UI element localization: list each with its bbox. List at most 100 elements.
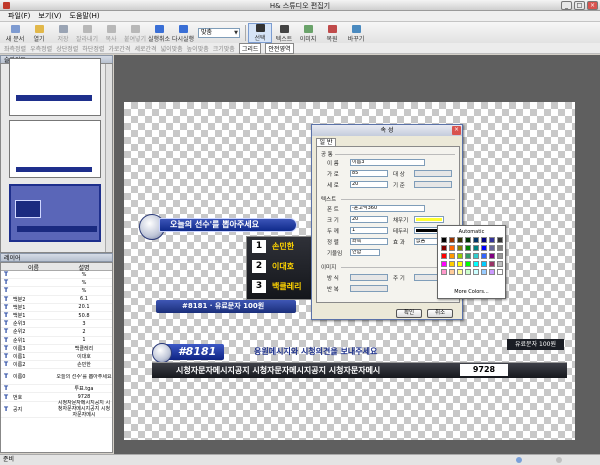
color-swatch[interactable] [449,237,455,243]
color-swatch[interactable] [497,245,503,251]
tool-button-3[interactable]: 복원 [320,23,344,43]
maximize-button[interactable]: □ [574,1,585,10]
align-button-4[interactable]: 가로간격 [108,44,130,53]
color-swatch[interactable] [465,269,471,275]
align-button-5[interactable]: 세로간격 [134,44,156,53]
align-select[interactable]: 좌측 [350,238,388,245]
repeat-field[interactable] [350,285,388,292]
color-swatch[interactable] [441,269,447,275]
menu-file[interactable]: 파일(F) [8,11,30,21]
minimize-button[interactable]: _ [561,1,572,10]
align-button-3[interactable]: 하단정렬 [82,44,104,53]
color-swatch[interactable] [481,261,487,267]
toolbar-button-0[interactable]: 새 문서 [3,23,27,43]
color-swatch[interactable] [481,253,487,259]
color-swatch[interactable] [449,261,455,267]
tool-button-4[interactable]: 바꾸기 [344,23,368,43]
toolbar-button-1[interactable]: 열기 [27,23,51,43]
layer-row[interactable]: T% [1,287,112,296]
color-swatch[interactable] [481,269,487,275]
toolbar-button-6[interactable]: 실행취소 [147,23,171,43]
grid-toggle[interactable]: 그리드 [238,42,262,54]
color-swatch[interactable] [457,245,463,251]
slides-scrollbar[interactable] [105,64,112,252]
column-value[interactable]: 설명 [56,263,112,272]
toolbar-button-2[interactable]: 저장 [51,23,75,43]
size-field[interactable]: 20 [350,216,388,223]
color-swatch[interactable] [489,253,495,259]
color-swatch[interactable] [441,253,447,259]
layer-row[interactable]: T 백분1 50.8 [1,312,112,321]
color-swatch[interactable] [489,245,495,251]
tool-button-0[interactable]: 선택 [248,22,272,43]
color-swatch[interactable] [497,269,503,275]
toolbar-button-7[interactable]: 다시실행 [171,23,195,43]
ok-button[interactable]: 확인 [396,309,422,318]
color-swatch[interactable] [497,253,503,259]
color-swatch[interactable] [449,253,455,259]
more-colors-button[interactable]: More Colors... [438,289,505,295]
layer-row[interactable]: T 이름0 오늘의 선수'를 뽑아주세요 [1,369,112,386]
dialog-close-button[interactable]: × [452,126,461,135]
menu-view[interactable]: 보기(V) [38,11,61,21]
width-field[interactable]: 85 [350,170,388,177]
color-swatch[interactable] [465,245,471,251]
layer-row[interactable]: T 이름1 이대호 [1,353,112,362]
color-swatch[interactable] [489,237,495,243]
toolbar-button-5[interactable]: 붙여넣기 [123,23,147,43]
automatic-color-option[interactable]: Automatic [438,229,505,235]
color-swatch[interactable] [497,237,503,243]
color-swatch[interactable] [481,245,487,251]
font-select[interactable]: -윤고딕360 [350,205,425,212]
align-button-6[interactable]: 넓이맞춤 [161,44,183,53]
mode-field[interactable] [350,274,388,281]
color-swatch[interactable] [473,269,479,275]
layer-row[interactable]: T 백분1 20.1 [1,304,112,312]
color-swatch[interactable] [457,261,463,267]
slide-thumbnail-1[interactable] [9,58,101,116]
menu-help[interactable]: 도움말(H) [70,11,100,21]
color-swatch[interactable] [457,269,463,275]
slide-thumbnail-3[interactable] [9,184,101,242]
thickness-field[interactable]: 1 [350,227,388,234]
color-swatch[interactable] [449,245,455,251]
base-field[interactable] [414,181,452,188]
color-swatch[interactable] [497,261,503,267]
color-swatch[interactable] [473,237,479,243]
target-field[interactable] [414,170,452,177]
color-swatch[interactable] [457,237,463,243]
align-button-7[interactable]: 높이맞춤 [187,44,209,53]
tool-button-2[interactable]: 이미지 [296,23,320,43]
layer-row[interactable]: T 이름3 백클레리 [1,345,112,353]
layer-row[interactable]: T 공지 시청자문자메시지공지 시청자문자메시지공지 시청자문자메시 [1,400,112,418]
slide-thumbnail-2[interactable] [9,120,101,178]
color-swatch[interactable] [449,269,455,275]
safe-toggle[interactable]: 안전영역 [265,42,294,54]
align-button-0[interactable]: 좌측정렬 [4,44,26,53]
name-field[interactable]: 이름3 [350,159,425,166]
tilt-select[interactable]: 안함 [350,249,380,256]
layer-row[interactable]: T% [1,279,112,288]
color-swatch[interactable] [441,245,447,251]
align-button-2[interactable]: 상단정렬 [56,44,78,53]
color-swatch[interactable] [465,237,471,243]
color-swatch[interactable] [489,261,495,267]
ticker-graphic[interactable]: #8181 응원메시지와 시청의견을 보내주세요 유료문자 100원 시청자문자… [152,338,567,382]
layer-row[interactable]: T 순위3 3 [1,320,112,329]
color-swatch[interactable] [465,261,471,267]
close-button[interactable]: × [587,1,598,10]
color-swatch[interactable] [465,253,471,259]
toolbar-button-3[interactable]: 잘라내기 [75,23,99,43]
layer-row[interactable]: T% [1,271,112,280]
color-swatch[interactable] [441,237,447,243]
color-swatch[interactable] [489,269,495,275]
tool-button-1[interactable]: 텍스트 [272,23,296,43]
layer-row[interactable]: T 백분2 6.1 [1,296,112,304]
layer-row[interactable]: T 투표.tga [1,385,112,394]
align-button-8[interactable]: 크기맞춤 [213,44,235,53]
zoom-select[interactable]: 맞춤 [198,27,240,38]
column-name[interactable]: 이름 [11,263,56,272]
cancel-button[interactable]: 취소 [427,309,453,318]
color-swatch[interactable] [473,253,479,259]
toolbar-button-4[interactable]: 복사 [99,23,123,43]
